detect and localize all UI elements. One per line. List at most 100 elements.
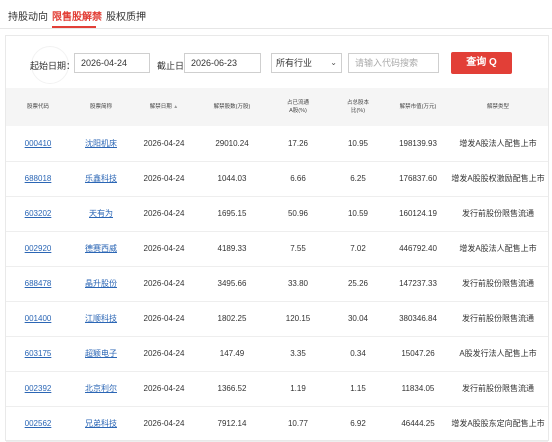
unlock-date: 2026-04-24 bbox=[143, 244, 185, 253]
tab-unlock[interactable]: 限售股解禁 bbox=[52, 8, 102, 23]
tab-bar: 持股动向 限售股解禁 股权质押 bbox=[0, 0, 552, 29]
unlock-value: 11834.05 bbox=[401, 384, 435, 393]
stock-name-link[interactable]: 德赛西威 bbox=[85, 244, 117, 253]
unlock-type: 增发A股法人配售上市 bbox=[459, 244, 537, 253]
unlock-value: 380346.84 bbox=[399, 314, 437, 323]
unlock-shares: 4189.33 bbox=[217, 244, 247, 253]
stock-code-link[interactable]: 603202 bbox=[25, 209, 52, 218]
unlock-type: 发行前股份限售流通 bbox=[462, 209, 534, 218]
header-code[interactable]: 股票代码 bbox=[6, 88, 70, 126]
header-total-pct[interactable]: 占总股本 比(%) bbox=[328, 88, 388, 126]
unlock-date: 2026-04-24 bbox=[143, 209, 185, 218]
content-panel: 起始日期： 2026-04-24 截止日期： 2026-06-23 所有行业 ⌄… bbox=[5, 35, 549, 441]
float-pct: 10.77 bbox=[287, 419, 309, 428]
total-pct: 0.34 bbox=[350, 349, 366, 358]
unlock-value: 198139.93 bbox=[399, 138, 437, 148]
query-button[interactable]: 查询 Q bbox=[451, 52, 512, 74]
table-row: 001400 江顺科技 2026-04-24 1802.25 120.15 30… bbox=[6, 301, 548, 336]
tab-holdings[interactable]: 持股动向 bbox=[8, 8, 48, 23]
unlock-value: 160124.19 bbox=[399, 209, 437, 218]
stock-name-link[interactable]: 江顺科技 bbox=[85, 314, 117, 323]
total-pct: 1.15 bbox=[350, 384, 366, 393]
float-pct: 120.15 bbox=[285, 314, 311, 323]
stock-name-link[interactable]: 晶升股份 bbox=[85, 279, 117, 288]
total-pct: 25.26 bbox=[347, 279, 369, 288]
table-row: 688018 乐鑫科技 2026-04-24 1044.03 6.66 6.25… bbox=[6, 161, 548, 196]
unlock-type: 发行前股份限售流通 bbox=[462, 279, 534, 288]
table-row: 002562 兄弟科技 2026-04-24 7912.14 10.77 6.9… bbox=[6, 406, 548, 441]
unlock-value: 446792.40 bbox=[399, 244, 437, 253]
chevron-down-icon: ⌄ bbox=[330, 58, 337, 67]
header-type[interactable]: 解禁类型 bbox=[448, 88, 548, 126]
unlock-shares: 1695.15 bbox=[217, 209, 247, 218]
stock-name-link[interactable]: 北京利尔 bbox=[85, 384, 117, 393]
industry-select-value: 所有行业 bbox=[276, 58, 313, 68]
header-shares[interactable]: 解禁股数(万股) bbox=[196, 88, 268, 126]
stock-code-link[interactable]: 688478 bbox=[25, 279, 52, 288]
unlock-type: 发行前股份限售流通 bbox=[462, 314, 534, 323]
start-date-input[interactable]: 2026-04-24 bbox=[74, 53, 150, 73]
unlock-value: 147237.33 bbox=[399, 279, 437, 288]
table-row: 603175 超颖电子 2026-04-24 147.49 3.35 0.34 … bbox=[6, 336, 548, 371]
float-pct: 50.96 bbox=[287, 209, 309, 218]
unlock-date: 2026-04-24 bbox=[143, 384, 185, 393]
unlock-type: 发行前股份限售流通 bbox=[462, 384, 534, 393]
unlock-date: 2026-04-24 bbox=[143, 174, 185, 183]
stock-code-link[interactable]: 002392 bbox=[25, 384, 52, 393]
sort-arrow-icon: ▲ bbox=[173, 104, 179, 110]
table-row: 002392 北京利尔 2026-04-24 1366.52 1.19 1.15… bbox=[6, 371, 548, 406]
stock-code-link[interactable]: 002562 bbox=[25, 419, 52, 428]
unlock-date: 2026-04-24 bbox=[143, 138, 185, 148]
header-name[interactable]: 股票简称 bbox=[70, 88, 132, 126]
unlock-shares: 3495.66 bbox=[217, 279, 247, 288]
table-header-row: 股票代码 股票简称 解禁日期 ▲ 解禁股数(万股) 占已流通 A股(%) 占总股本… bbox=[6, 88, 548, 126]
active-tab-indicator bbox=[52, 26, 96, 28]
end-date-input[interactable]: 2026-06-23 bbox=[184, 53, 261, 73]
float-pct: 1.19 bbox=[290, 384, 306, 393]
unlock-type: A股发行法人配售上市 bbox=[459, 349, 537, 358]
header-date[interactable]: 解禁日期 ▲ bbox=[132, 88, 196, 126]
stock-name-link[interactable]: 天有为 bbox=[89, 209, 113, 218]
stock-code-link[interactable]: 001400 bbox=[25, 314, 52, 323]
total-pct: 7.02 bbox=[350, 244, 366, 253]
total-pct: 30.04 bbox=[347, 314, 369, 323]
table-row: 002920 德赛西威 2026-04-24 4189.33 7.55 7.02… bbox=[6, 231, 548, 266]
float-pct: 7.55 bbox=[290, 244, 306, 253]
unlock-shares: 1044.03 bbox=[217, 174, 247, 183]
unlock-type: 增发A股股东定向配售上市 bbox=[451, 419, 545, 428]
float-pct: 3.35 bbox=[290, 349, 306, 358]
total-pct: 6.92 bbox=[350, 419, 366, 428]
unlock-table: 股票代码 股票简称 解禁日期 ▲ 解禁股数(万股) 占已流通 A股(%) 占总股本… bbox=[6, 88, 548, 442]
unlock-type: 增发A股股权激励配售上市 bbox=[451, 174, 545, 183]
float-pct: 33.80 bbox=[287, 279, 309, 288]
stock-code-link[interactable]: 000410 bbox=[25, 139, 52, 148]
unlock-date: 2026-04-24 bbox=[143, 314, 185, 323]
total-pct: 6.25 bbox=[350, 174, 366, 183]
unlock-type: 增发A股法人配售上市 bbox=[459, 138, 537, 148]
unlock-value: 15047.26 bbox=[401, 349, 435, 358]
industry-select[interactable]: 所有行业 ⌄ bbox=[271, 53, 342, 73]
unlock-shares: 7912.14 bbox=[217, 419, 247, 428]
float-pct: 17.26 bbox=[287, 138, 309, 148]
stock-code-link[interactable]: 688018 bbox=[25, 174, 52, 183]
header-value[interactable]: 解禁市值(万元) bbox=[388, 88, 448, 126]
start-date-label: 起始日期： bbox=[30, 61, 76, 71]
table-row: 603202 天有为 2026-04-24 1695.15 50.96 10.5… bbox=[6, 196, 548, 231]
unlock-shares: 1366.52 bbox=[217, 384, 247, 393]
total-pct: 10.95 bbox=[347, 138, 369, 148]
search-input[interactable]: 请输入代码搜索 bbox=[348, 53, 439, 73]
stock-name-link[interactable]: 兄弟科技 bbox=[85, 419, 117, 428]
table-row: 688478 晶升股份 2026-04-24 3495.66 33.80 25.… bbox=[6, 266, 548, 301]
stock-name-link[interactable]: 超颖电子 bbox=[85, 349, 117, 358]
stock-code-link[interactable]: 603175 bbox=[25, 349, 52, 358]
total-pct: 10.59 bbox=[347, 209, 369, 218]
stock-name-link[interactable]: 乐鑫科技 bbox=[85, 174, 117, 183]
stock-name-link[interactable]: 沈阳机床 bbox=[85, 139, 117, 148]
stock-code-link[interactable]: 002920 bbox=[25, 244, 52, 253]
float-pct: 6.66 bbox=[290, 174, 306, 183]
unlock-date: 2026-04-24 bbox=[143, 349, 185, 358]
unlock-date: 2026-04-24 bbox=[143, 419, 185, 428]
tab-pledge[interactable]: 股权质押 bbox=[106, 8, 146, 23]
unlock-shares: 29010.24 bbox=[215, 138, 249, 148]
header-float-pct[interactable]: 占已流通 A股(%) bbox=[268, 88, 328, 126]
